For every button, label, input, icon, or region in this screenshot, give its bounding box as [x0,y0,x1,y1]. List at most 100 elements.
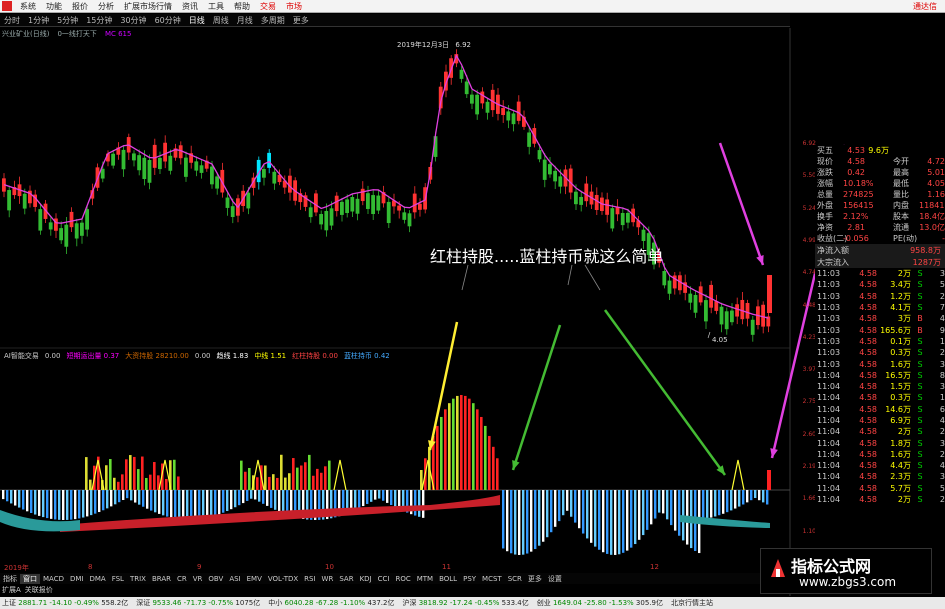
hist-bar-down [726,490,729,513]
hist-bar-up [105,465,108,490]
trade-cell: 4.58 [859,291,877,301]
hist-bar-down [186,490,189,520]
candle-body [38,209,43,231]
time-tick: 10 [325,563,334,571]
hist-bar-down [166,490,169,517]
hist-bar-up [472,403,475,490]
indicator-tab-11[interactable]: ASI [226,575,243,583]
hist-bar-down [90,490,93,516]
hist-bar-down [110,490,113,507]
hist-bar-down [194,490,197,520]
index-quote-4[interactable]: 创业 1649.04 -25.80 -1.53% 305.9亿 [537,598,663,608]
hist-bar-down [758,490,761,501]
indicator-tab-12[interactable]: EMV [244,575,265,583]
hist-bar-down [278,490,281,512]
indicator-tab-13[interactable]: VOL-TDX [265,575,301,583]
hist-bar-down [138,490,141,505]
hist-bar-down [46,490,49,519]
hist-bar-up [117,481,120,490]
indicator-tab-6[interactable]: TRIX [127,575,149,583]
indicator-tab-26[interactable]: 设置 [545,574,565,584]
indicator-tab-0[interactable]: 指标 [0,574,20,584]
indicator-tab-18[interactable]: CCI [375,575,393,583]
trade-row: 11:03 4.58 0.1万 S 1 [815,336,945,347]
indicator-tab-9[interactable]: VR [190,575,206,583]
footer-tab-related[interactable]: 关联报价 [25,585,53,595]
last-candle [767,275,772,313]
trade-cell: 11:04 [817,427,841,437]
hist-bar-down [514,490,517,555]
time-tick: 2019年 [4,564,29,572]
trade-row: 11:04 4.58 2.3万 S 3 [815,471,945,482]
hist-bar-down [106,490,109,509]
hist-bar-up [240,460,243,490]
index-quote-2[interactable]: 中小 6040.28 -67.28 -1.10% 437.2亿 [268,598,394,608]
trade-cell: 11:04 [817,449,841,459]
indicator-val-0: 0.00 [44,352,61,360]
quote-cell: 今开 [893,157,909,166]
trade-cell: 16.5万 [885,370,911,380]
candle-body [745,302,750,319]
indicator-tab-16[interactable]: SAR [336,575,356,583]
hist-bar-down [662,490,665,514]
candle-body [574,191,578,205]
indicator-tab-7[interactable]: BRAR [149,575,174,583]
indicator-tab-4[interactable]: DMA [86,575,108,583]
indicator-tab-17[interactable]: KDJ [357,575,375,583]
index-quote-1[interactable]: 深证 9533.46 -71.73 -0.75% 1075亿 [136,598,260,608]
indicator-tab-8[interactable]: CR [174,575,190,583]
index-quote-3[interactable]: 沪深 3818.92 -17.24 -0.45% 533.4亿 [402,598,528,608]
hist-bar-up [264,465,267,490]
indicator-tab-21[interactable]: BOLL [436,575,460,583]
indicator-tab-25[interactable]: 更多 [525,574,545,584]
index-status-bar: 上证 2881.71 -14.10 -0.49% 558.2亿 深证 9533.4… [0,597,945,609]
trade-row: 11:04 4.58 1.6万 S 2 [815,449,945,460]
indicator-tab-1[interactable]: 窗口 [20,573,40,584]
indicator-tab-19[interactable]: ROC [392,575,413,583]
hist-bar-up [129,455,132,490]
trade-cell: 1.5万 [890,382,911,392]
hist-bar-up [284,477,287,490]
hist-bar-up [312,475,315,490]
indicator-tab-2[interactable]: MACD [40,575,67,583]
indicator-tab-15[interactable]: WR [319,575,337,583]
watermark-url: www.zbgs3.com [799,575,897,589]
candle-body [215,176,219,189]
hist-bar-down [618,490,621,555]
candle-body [667,280,672,294]
indicator-tab-22[interactable]: PSY [460,575,479,583]
hist-bar-up [468,398,471,490]
hist-bar-up [492,446,495,490]
trade-cell: B [917,314,923,324]
trade-row: 11:04 4.58 5.7万 S 5 [815,483,945,494]
indicator-tab-10[interactable]: OBV [205,575,226,583]
hist-bar-down [206,490,209,518]
hist-bar-down [38,490,41,516]
quote-cell: 4.53 [847,146,865,155]
trade-row: 11:03 4.58 3万 B 4 [815,313,945,324]
indicator-tab-24[interactable]: SCR [505,575,525,583]
indicator-tab-5[interactable]: FSL [109,575,127,583]
hist-bar-up [476,409,479,490]
hist-bar-down [178,490,181,520]
indicator-tab-23[interactable]: MCST [479,575,505,583]
candle-body [475,94,479,115]
trade-cell: 4.1万 [890,303,911,313]
hist-bar-down [14,490,17,506]
hist-bar-down [550,490,553,533]
indicator-tab-14[interactable]: RSI [301,575,318,583]
guide-line [584,264,601,291]
indicator-tab-3[interactable]: DMI [67,575,87,583]
footer-tab-ext-a[interactable]: 扩展A [2,585,21,595]
hist-bar-down [394,490,397,508]
hist-bar-down [678,490,681,536]
hist-bar-down [654,490,657,519]
magenta-arrow-head [756,255,764,265]
flow-row: 大宗流入 1287万 [815,256,945,268]
trade-cell: 165.6万 [880,325,911,335]
trade-cell: 3 [939,438,945,448]
indicator-tab-20[interactable]: MTM [414,575,436,583]
indicator-val-7: 蓝柱持币 0.42 [343,352,390,360]
index-quote-0[interactable]: 上证 2881.71 -14.10 -0.49% 558.2亿 [2,598,128,608]
candle-body [80,222,84,236]
